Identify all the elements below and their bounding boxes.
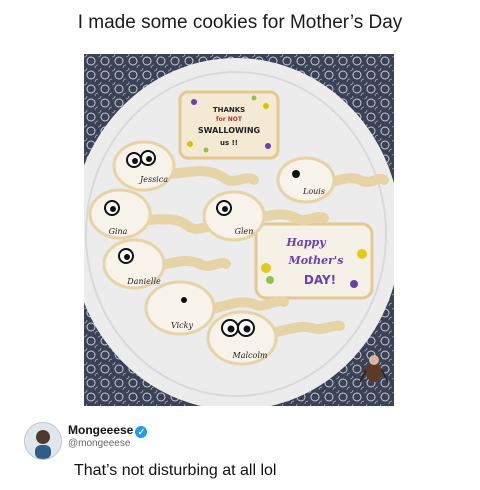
verified-badge-icon: ✓	[135, 426, 148, 438]
avatar-image	[25, 423, 61, 459]
cookie-photo: THANKS for NOT SWALLOWING us !! Happy Mo…	[84, 54, 394, 406]
plaque-cookie-top: THANKS for NOT SWALLOWING us !!	[178, 90, 280, 160]
cookie-name-4: Glen	[235, 227, 254, 236]
comment-text: That’s not disturbing at all lol	[74, 462, 277, 479]
plaque-top-line-3: SWALLOWING	[198, 126, 260, 135]
plaque-top-line-4: us !!	[220, 139, 238, 147]
cookie-photo-drawing: THANKS for NOT SWALLOWING us !! Happy Mo…	[84, 54, 394, 406]
author-name[interactable]: Mongeeese ✓	[68, 423, 148, 438]
cookie-name-1: Jessica	[138, 175, 168, 184]
author-handle[interactable]: @mongeeese	[68, 438, 130, 449]
cookie-name-5: Danielle	[126, 277, 161, 286]
plaque-mid-line-3: DAY!	[304, 273, 336, 287]
comment-author: Mongeeese ✓ @mongeeese	[24, 422, 224, 460]
author-name-text: Mongeeese	[68, 423, 134, 437]
plaque-top-line-2: for NOT	[216, 116, 243, 123]
plaque-cookie-mothers-day: Happy Mother's DAY!	[254, 222, 374, 300]
post-caption: I made some cookies for Mother’s Day	[77, 12, 403, 33]
plaque-top-line-1: THANKS	[213, 106, 245, 114]
cookie-name-3: Gina	[109, 227, 128, 236]
avatar[interactable]	[24, 422, 62, 460]
cookie-name-6: Vicky	[171, 321, 194, 330]
plaque-mid-line-2: Mother's	[288, 254, 344, 267]
cookie-name-7: Malcolm	[232, 351, 268, 360]
cookie-name-2: Louis	[302, 187, 325, 196]
plaque-mid-line-1: Happy	[285, 236, 327, 249]
